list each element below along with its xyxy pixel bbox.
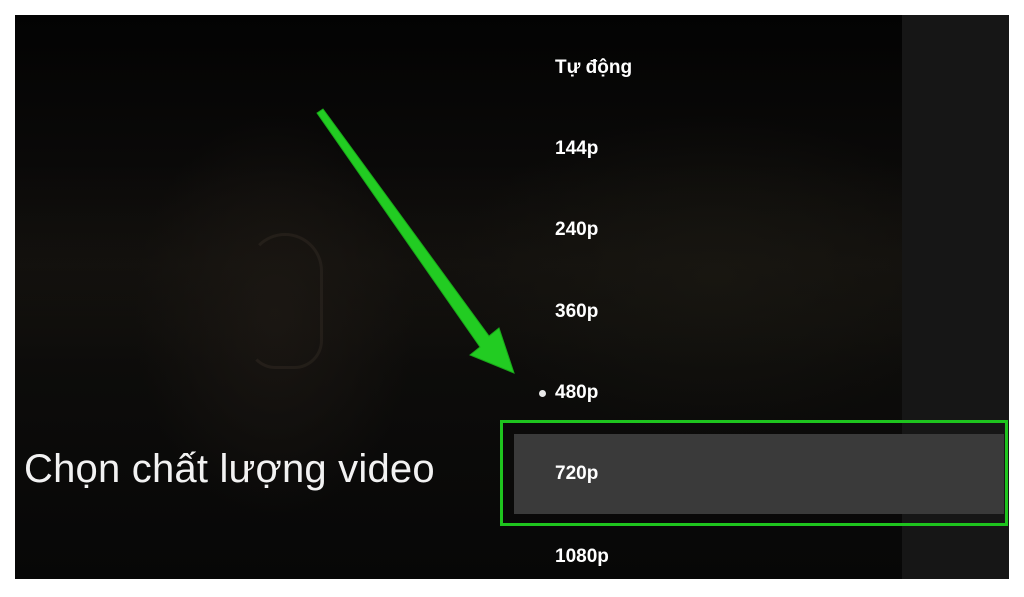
green-arrow-icon — [316, 108, 515, 374]
video-player: Chọn chất lượng video Tự động 144p 240p … — [15, 15, 1009, 579]
